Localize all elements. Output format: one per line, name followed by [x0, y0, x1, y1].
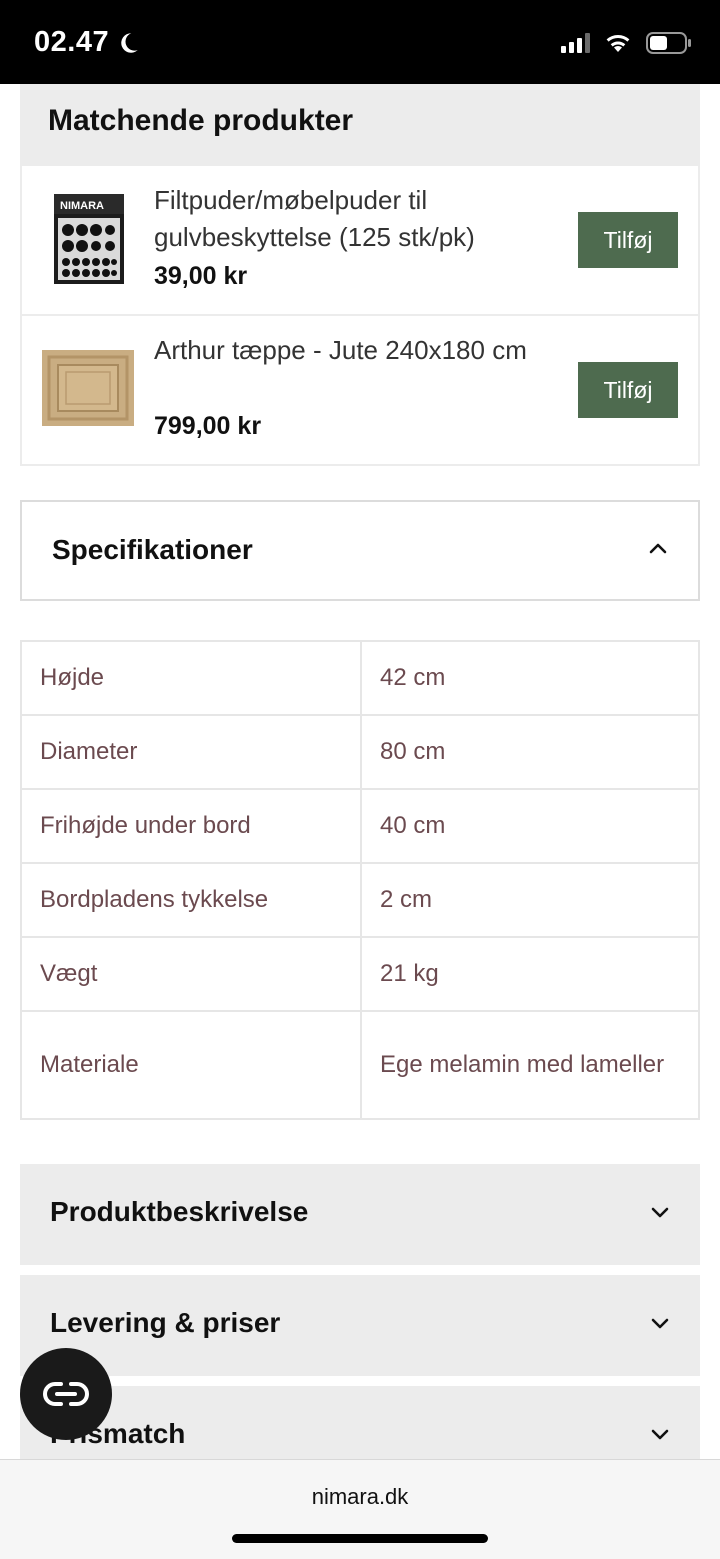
accordion-title: Specifikationer: [52, 534, 253, 565]
wifi-icon: [606, 35, 630, 52]
spec-value: 80 cm: [360, 714, 700, 790]
add-to-cart-button[interactable]: Tilføj: [578, 212, 678, 268]
product-description-accordion[interactable]: Produktbeskrivelse: [20, 1164, 700, 1265]
status-icons: [561, 32, 692, 54]
chevron-down-icon: [651, 1318, 669, 1329]
matching-header: Matchende produkter: [20, 84, 700, 166]
url-label[interactable]: nimara.dk: [0, 1484, 720, 1510]
spec-label: Frihøjde under bord: [20, 788, 362, 864]
matching-products: Matchende produkter NIMARA Filtpuder/møb…: [20, 84, 700, 466]
table-row: Diameter 80 cm: [20, 714, 700, 790]
add-to-cart-button[interactable]: Tilføj: [578, 362, 678, 418]
spec-value: 21 kg: [360, 936, 700, 1012]
matching-title: Matchende produkter: [48, 104, 354, 137]
browser-bottom-bar: nimara.dk: [0, 1459, 720, 1559]
chevron-down-icon: [651, 1207, 669, 1218]
specifications-accordion[interactable]: Specifikationer: [20, 500, 700, 601]
accordion-title: Levering & priser: [50, 1307, 281, 1338]
spec-label: Materiale: [20, 1010, 362, 1120]
spec-value: 2 cm: [360, 862, 700, 938]
chat-icon: [43, 1382, 89, 1406]
spec-table: Højde 42 cm Diameter 80 cm Frihøjde unde…: [20, 640, 700, 1120]
signal-icon: [561, 33, 590, 53]
table-row: Bordpladens tykkelse 2 cm: [20, 862, 700, 938]
chevron-down-icon: [651, 1429, 669, 1440]
table-row: Frihøjde under bord 40 cm: [20, 788, 700, 864]
chat-button[interactable]: [20, 1348, 112, 1440]
status-time: 02.47: [34, 26, 141, 59]
product-row: NIMARA Filtpuder/møbelpuder til gulvbesk…: [20, 166, 700, 316]
product-row: Arthur tæppe - Jute 240x180 cm 799,00 kr…: [20, 316, 700, 466]
spec-value: 40 cm: [360, 788, 700, 864]
svg-text:NIMARA: NIMARA: [60, 200, 104, 212]
delivery-prices-accordion[interactable]: Levering & priser: [20, 1275, 700, 1376]
chevron-up-icon: [649, 543, 667, 554]
spec-value: 42 cm: [360, 640, 700, 716]
spec-label: Bordpladens tykkelse: [20, 862, 362, 938]
spec-value: Ege melamin med lameller: [360, 1010, 700, 1120]
status-bar: 02.47: [0, 0, 720, 84]
product-price: 39,00 kr: [154, 262, 248, 290]
spec-label: Diameter: [20, 714, 362, 790]
home-indicator[interactable]: [232, 1534, 488, 1543]
product-image-felt-pads[interactable]: NIMARA: [54, 194, 126, 286]
product-price: 799,00 kr: [154, 412, 262, 440]
product-name[interactable]: Arthur tæppe - Jute 240x180 cm: [154, 332, 554, 369]
spec-label: Højde: [20, 640, 362, 716]
battery-icon: [646, 32, 691, 54]
accordion-title: Produktbeskrivelse: [50, 1196, 309, 1227]
product-image-jute-rug[interactable]: [42, 350, 134, 426]
product-name[interactable]: Filtpuder/møbelpuder til gulvbeskyttelse…: [154, 182, 554, 256]
clock: 02.47: [34, 26, 110, 58]
table-row: Materiale Ege melamin med lameller: [20, 1010, 700, 1120]
spec-label: Vægt: [20, 936, 362, 1012]
table-row: Vægt 21 kg: [20, 936, 700, 1012]
moon-icon: [121, 32, 138, 53]
table-row: Højde 42 cm: [20, 640, 700, 716]
